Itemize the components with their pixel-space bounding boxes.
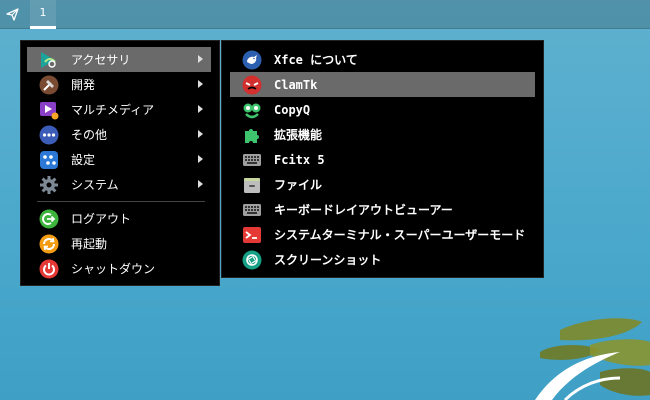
submenu-item-root-terminal[interactable]: システムターミナル・スーパーユーザーモード bbox=[230, 222, 535, 247]
menu-item-label: シャットダウン bbox=[71, 262, 156, 276]
menu-item-settings[interactable]: 設定 bbox=[27, 147, 211, 172]
menu-item-label: 開発 bbox=[71, 78, 96, 92]
terminal-icon bbox=[242, 225, 262, 245]
keyboard-icon bbox=[242, 200, 262, 220]
screenshot-icon bbox=[242, 250, 262, 270]
submenu-item-label: システムターミナル・スーパーユーザーモード bbox=[274, 228, 526, 242]
submenu-arrow-icon bbox=[198, 130, 203, 138]
submenu-item-label: スクリーンショット bbox=[274, 253, 382, 267]
menu-item-label: マルチメディア bbox=[71, 103, 155, 117]
menu-item-system[interactable]: システム bbox=[27, 172, 211, 197]
menu-item-label: 再起動 bbox=[71, 237, 108, 251]
clamtk-icon bbox=[242, 75, 262, 95]
submenu-item-label: CopyQ bbox=[274, 102, 311, 117]
file-manager-icon bbox=[242, 175, 262, 195]
menu-item-label: システム bbox=[71, 178, 119, 192]
menu-item-multimedia[interactable]: マルチメディア bbox=[27, 97, 211, 122]
submenu-item-extensions[interactable]: 拡張機能 bbox=[230, 122, 535, 147]
menu-item-shutdown[interactable]: シャットダウン bbox=[27, 256, 211, 281]
applications-menu-button[interactable] bbox=[0, 0, 24, 29]
multimedia-icon bbox=[39, 100, 59, 120]
submenu-item-fcitx5[interactable]: Fcitx 5 bbox=[230, 147, 535, 172]
submenu-item-copyq[interactable]: CopyQ bbox=[230, 97, 535, 122]
submenu-arrow-icon bbox=[198, 155, 203, 163]
submenu-arrow-icon bbox=[198, 105, 203, 113]
logout-icon bbox=[39, 209, 59, 229]
accessories-icon bbox=[39, 50, 59, 70]
menu-item-label: アクセサリ bbox=[71, 53, 131, 67]
system-icon bbox=[39, 175, 59, 195]
other-icon bbox=[39, 125, 59, 145]
submenu-item-screenshot[interactable]: スクリーンショット bbox=[230, 247, 535, 272]
paper-plane-icon bbox=[5, 7, 19, 21]
menu-item-logout[interactable]: ログアウト bbox=[27, 206, 211, 231]
development-icon bbox=[39, 75, 59, 95]
submenu-item-clamtk[interactable]: ClamTk bbox=[230, 72, 535, 97]
menu-item-label: ログアウト bbox=[71, 212, 132, 226]
restart-icon bbox=[39, 234, 59, 254]
keyboard-icon bbox=[242, 150, 262, 170]
menu-separator bbox=[37, 201, 205, 202]
submenu-item-files[interactable]: ファイル bbox=[230, 172, 535, 197]
accessories-submenu: Xfce について ClamTk CopyQ 拡張機能 Fcitx 5 ファイル… bbox=[221, 40, 544, 278]
copyq-icon bbox=[242, 100, 262, 120]
submenu-arrow-icon bbox=[198, 55, 203, 63]
submenu-item-label: ファイル bbox=[274, 178, 323, 192]
submenu-item-about-xfce[interactable]: Xfce について bbox=[230, 47, 535, 72]
submenu-item-label: Fcitx 5 bbox=[274, 152, 325, 167]
submenu-item-label: キーボードレイアウトビューアー bbox=[274, 203, 453, 217]
submenu-item-label: ClamTk bbox=[274, 77, 318, 92]
submenu-item-label: Xfce について bbox=[274, 53, 358, 67]
menu-item-label: その他 bbox=[71, 128, 108, 142]
applications-menu: アクセサリ 開発 マルチメディア その他 設定 システム ログアウト 再起動 シ… bbox=[20, 40, 220, 286]
extensions-icon bbox=[242, 125, 262, 145]
menu-item-restart[interactable]: 再起動 bbox=[27, 231, 211, 256]
submenu-item-label: 拡張機能 bbox=[274, 128, 323, 142]
menu-item-other[interactable]: その他 bbox=[27, 122, 211, 147]
menu-item-development[interactable]: 開発 bbox=[27, 72, 211, 97]
menu-item-label: 設定 bbox=[71, 153, 96, 167]
xfce-about-icon bbox=[242, 50, 262, 70]
settings-icon bbox=[39, 150, 59, 170]
shutdown-icon bbox=[39, 259, 59, 279]
submenu-arrow-icon bbox=[198, 180, 203, 188]
menu-item-accessories[interactable]: アクセサリ bbox=[27, 47, 211, 72]
submenu-arrow-icon bbox=[198, 80, 203, 88]
workspace-1-button[interactable]: 1 bbox=[30, 0, 56, 29]
top-panel: 1 bbox=[0, 0, 650, 29]
submenu-item-keyboard-layout-viewer[interactable]: キーボードレイアウトビューアー bbox=[230, 197, 535, 222]
